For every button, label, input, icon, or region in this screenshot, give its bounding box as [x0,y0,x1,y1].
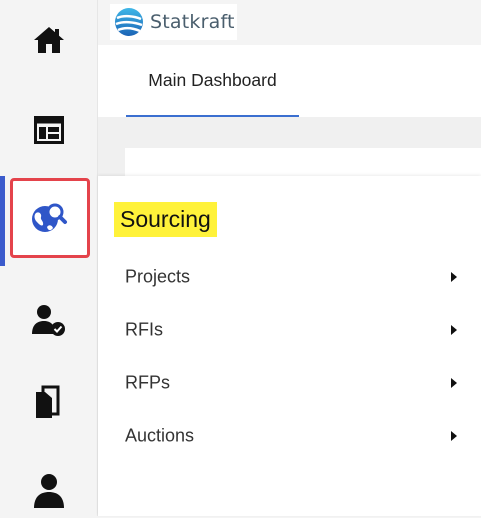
company-logo[interactable]: Statkraft [110,4,237,40]
menu-item-label: Auctions [125,425,195,445]
dashboard-layout-icon [34,116,64,144]
caret-right-icon [451,430,457,441]
sidebar-nav [0,0,98,516]
sourcing-flyout-menu: Sourcing Projects RFIs RFPs Auctions [98,176,481,516]
menu-item-label: RFIs [125,319,163,339]
documents-icon [36,385,60,418]
menu-item-rfps[interactable]: RFPs [98,356,481,409]
caret-right-icon [451,271,457,282]
caret-right-icon [451,377,457,388]
tab-bar: Main Dashboard [98,45,481,117]
sidebar-item-users[interactable] [0,292,98,348]
menu-item-projects[interactable]: Projects [98,250,481,303]
home-icon [34,27,64,53]
sidebar-item-sourcing[interactable] [0,190,98,246]
menu-item-label: RFPs [125,372,170,392]
menu-item-rfis[interactable]: RFIs [98,303,481,356]
sidebar-item-dashboard[interactable] [0,102,98,158]
caret-right-icon [451,324,457,335]
menu-item-label: Projects [125,266,191,286]
user-check-icon [32,305,65,336]
sidebar-item-home[interactable] [0,12,98,68]
sidebar-item-profile[interactable] [0,462,98,518]
user-icon [34,474,64,508]
flyout-title: Sourcing [114,202,217,237]
menu-item-auctions[interactable]: Auctions [98,409,481,462]
sidebar-item-documents[interactable] [0,374,98,430]
logo-text: Statkraft [150,11,235,33]
statkraft-logo-icon [115,8,143,36]
tab-main-dashboard[interactable]: Main Dashboard [126,45,299,117]
globe-search-icon [32,203,67,232]
top-bar: Statkraft [98,0,481,45]
